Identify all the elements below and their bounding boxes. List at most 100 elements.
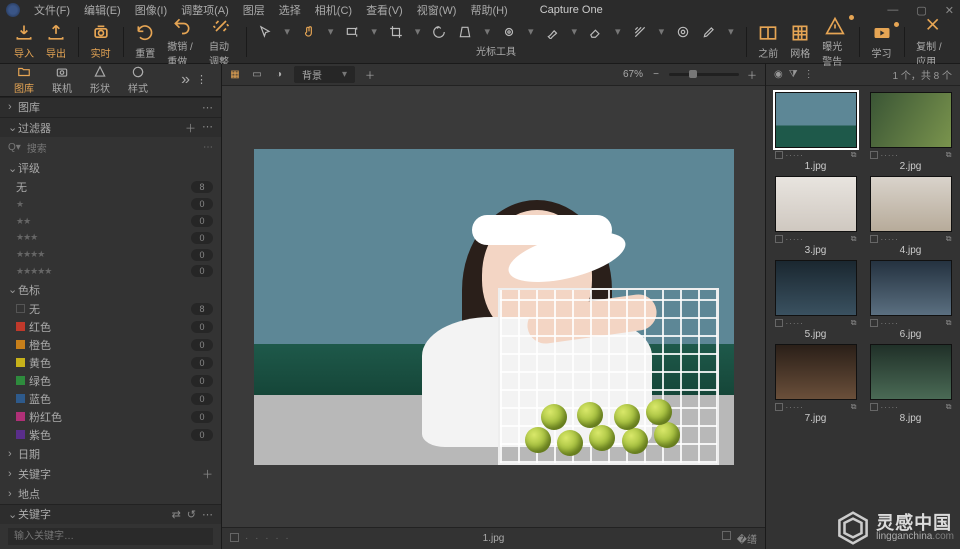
library-panel-header[interactable]: › 图库 ⋯ bbox=[0, 97, 221, 117]
grid-button[interactable]: 网格 bbox=[784, 23, 816, 60]
date-section-header[interactable]: ›日期 bbox=[0, 444, 221, 464]
live-button[interactable]: 实时 bbox=[85, 23, 117, 60]
filter-icon[interactable]: ⧩ bbox=[789, 69, 798, 80]
style-icon bbox=[130, 65, 146, 79]
keystone-tool-icon[interactable] bbox=[458, 25, 472, 39]
main-toolbar: 导入 导出 实时 重置 撤销 / 重做 自动调整 ▾ ▾ ▾ ▾ ▾ ▾ ▾ ▾… bbox=[0, 20, 960, 64]
pointer-tool-icon[interactable] bbox=[258, 25, 272, 39]
cursor-tools-label: 光标工具 bbox=[476, 43, 516, 58]
color-row[interactable]: 橙色0 bbox=[0, 336, 221, 354]
color-row[interactable]: 绿色0 bbox=[0, 372, 221, 390]
sync-icon[interactable]: ⇄ bbox=[172, 508, 181, 521]
crop-tool-icon[interactable] bbox=[389, 25, 403, 39]
before-after-button[interactable]: 之前 bbox=[752, 23, 784, 60]
gradient-tool-icon[interactable] bbox=[633, 25, 647, 39]
thumbnail[interactable]: ·····⧉6.jpg bbox=[867, 260, 954, 340]
color-row[interactable]: 无8 bbox=[0, 300, 221, 318]
window-minimize[interactable]: — bbox=[887, 4, 898, 17]
sort-icon[interactable]: ⋮ bbox=[804, 69, 814, 80]
thumbnail[interactable]: ·····⧉4.jpg bbox=[867, 176, 954, 256]
adjusted-icon: �缮 bbox=[737, 531, 757, 546]
place-section-header[interactable]: ›地点 bbox=[0, 484, 221, 504]
viewer-filename: 1.jpg bbox=[483, 533, 505, 544]
chevron-right-icon: › bbox=[8, 101, 18, 113]
menu-edit[interactable]: 编辑(E) bbox=[84, 2, 121, 18]
thumbnail[interactable]: ·····⧉7.jpg bbox=[772, 344, 859, 424]
tab-shape[interactable]: 形状 bbox=[90, 65, 110, 95]
filter-panel-header[interactable]: ⌄ 过滤器 ＋ ⋯ bbox=[0, 117, 221, 137]
menu-window[interactable]: 视窗(W) bbox=[417, 2, 457, 18]
learn-button[interactable]: 学习 bbox=[866, 23, 898, 60]
view-single-icon[interactable]: ▭ bbox=[250, 68, 264, 82]
search-icon: Q▾ bbox=[8, 142, 21, 153]
menu-select[interactable]: 选择 bbox=[279, 2, 301, 18]
export-button[interactable]: 导出 bbox=[40, 23, 72, 60]
exposure-warning-button[interactable]: 曝光警告 bbox=[816, 16, 853, 68]
thumbnail[interactable]: ·····⧉2.jpg bbox=[867, 92, 954, 172]
viewer-panel: ▦ ▭ ◑ 背景▾ ＋ 67% − ＋ bbox=[222, 64, 765, 549]
select-checkbox[interactable] bbox=[230, 533, 239, 542]
erase-tool-icon[interactable] bbox=[589, 25, 603, 39]
rating-row-none[interactable]: 无8 bbox=[0, 178, 221, 196]
rating-row-1[interactable]: ★0 bbox=[0, 196, 221, 213]
spot-tool-icon[interactable] bbox=[502, 25, 516, 39]
filter-search[interactable]: Q▾ 搜索 ⋯ bbox=[0, 137, 221, 158]
thumbnail[interactable]: ·····⧉1.jpg bbox=[772, 92, 859, 172]
eye-icon[interactable]: ◉ bbox=[774, 69, 783, 80]
add-icon[interactable]: ＋ bbox=[185, 120, 196, 136]
thumbnail[interactable]: ·····⧉5.jpg bbox=[772, 260, 859, 340]
annotate-tool-icon[interactable] bbox=[702, 25, 716, 39]
tabs-more-icon[interactable]: » bbox=[181, 71, 190, 89]
rating-row-5[interactable]: ★★★★★0 bbox=[0, 263, 221, 280]
rating-row-4[interactable]: ★★★★0 bbox=[0, 246, 221, 263]
radial-tool-icon[interactable] bbox=[676, 25, 690, 39]
color-row[interactable]: 黄色0 bbox=[0, 354, 221, 372]
browser-toolbar: ◉ ⧩ ⋮ 1 个，共 8 个 bbox=[766, 64, 960, 86]
color-row[interactable]: 红色0 bbox=[0, 318, 221, 336]
thumbnail[interactable]: ·····⧉3.jpg bbox=[772, 176, 859, 256]
zoom-slider[interactable] bbox=[669, 73, 739, 76]
layer-dropdown[interactable]: 背景▾ bbox=[294, 66, 355, 83]
keyword-input[interactable] bbox=[8, 528, 213, 545]
menu-view[interactable]: 查看(V) bbox=[366, 2, 403, 18]
view-grid-icon[interactable]: ▦ bbox=[228, 68, 242, 82]
rating-section-header[interactable]: ⌄评级 bbox=[0, 158, 221, 178]
hand-tool-icon[interactable] bbox=[302, 25, 316, 39]
keyword-section-header[interactable]: ›关键字＋ bbox=[0, 464, 221, 484]
color-row[interactable]: 粉红色0 bbox=[0, 408, 221, 426]
zoom-out-icon[interactable]: − bbox=[649, 68, 663, 82]
thumbnail[interactable]: ·····⧉8.jpg bbox=[867, 344, 954, 424]
add-layer-icon[interactable]: ＋ bbox=[363, 68, 377, 82]
auto-adjust-button[interactable]: 自动调整 bbox=[203, 16, 240, 68]
color-section-header[interactable]: ⌄色标 bbox=[0, 280, 221, 300]
tab-tether[interactable]: 联机 bbox=[52, 65, 72, 95]
camera-icon bbox=[54, 65, 70, 79]
copy-apply-button[interactable]: 复制 / 应用 bbox=[910, 16, 952, 68]
image-viewer[interactable] bbox=[222, 86, 765, 527]
tab-style[interactable]: 样式 bbox=[128, 65, 148, 95]
chevron-down-icon: ⌄ bbox=[8, 121, 18, 134]
folder-icon bbox=[16, 65, 32, 79]
color-row[interactable]: 蓝色0 bbox=[0, 390, 221, 408]
brush-tool-icon[interactable] bbox=[546, 25, 560, 39]
loupe-tool-icon[interactable] bbox=[345, 25, 359, 39]
left-panel: 图库 联机 形状 样式 » ⋮ › 图库 ⋯ ⌄ bbox=[0, 64, 222, 549]
reset-icon[interactable]: ↺ bbox=[187, 508, 196, 521]
menu-layer[interactable]: 图层 bbox=[243, 2, 265, 18]
menu-file[interactable]: 文件(F) bbox=[34, 2, 70, 18]
keywords-panel-header[interactable]: ⌄关键字 ⇄ ↺ ⋯ bbox=[0, 504, 221, 524]
tab-library[interactable]: 图库 bbox=[14, 65, 34, 95]
import-button[interactable]: 导入 bbox=[8, 23, 40, 60]
reset-button[interactable]: 重置 bbox=[129, 23, 161, 60]
menu-camera[interactable]: 相机(C) bbox=[315, 2, 352, 18]
rating-row-2[interactable]: ★★0 bbox=[0, 213, 221, 230]
tabs-menu-icon[interactable]: ⋮ bbox=[196, 73, 207, 86]
zoom-in-icon[interactable]: ＋ bbox=[745, 68, 759, 82]
rotate-tool-icon[interactable] bbox=[432, 25, 446, 39]
color-tag-box[interactable] bbox=[722, 531, 731, 540]
view-proof-icon[interactable]: ◑ bbox=[272, 68, 286, 82]
undo-redo-button[interactable]: 撤销 / 重做 bbox=[161, 16, 203, 68]
rating-row-3[interactable]: ★★★0 bbox=[0, 230, 221, 247]
color-row[interactable]: 紫色0 bbox=[0, 426, 221, 444]
menu-help[interactable]: 帮助(H) bbox=[470, 2, 507, 18]
